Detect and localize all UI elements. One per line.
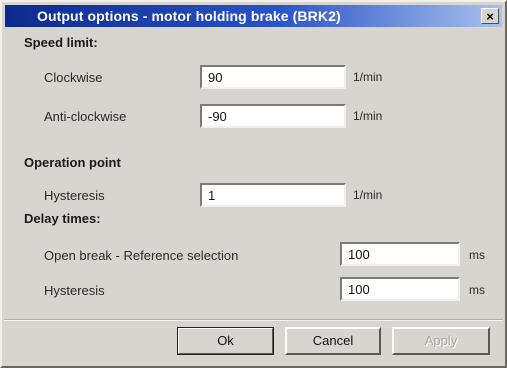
delay-hysteresis-unit: ms: [469, 283, 485, 297]
clockwise-label: Clockwise: [44, 70, 103, 85]
open-break-unit: ms: [469, 248, 485, 262]
open-break-delay-input[interactable]: [340, 242, 460, 266]
delay-hysteresis-label: Hysteresis: [44, 283, 105, 298]
cancel-button[interactable]: Cancel: [285, 327, 381, 355]
output-options-dialog: Output options - motor holding brake (BR…: [0, 0, 507, 368]
anticlockwise-speed-input[interactable]: [200, 104, 346, 128]
bottom-separator: [4, 319, 503, 321]
open-break-label: Open break - Reference selection: [44, 248, 239, 263]
anticlockwise-unit: 1/min: [353, 109, 383, 123]
title-bar[interactable]: Output options - motor holding brake (BR…: [5, 5, 502, 27]
speed-limit-heading: Speed limit:: [24, 35, 98, 50]
close-icon: ×: [486, 9, 494, 24]
anticlockwise-label: Anti-clockwise: [44, 109, 127, 124]
close-button[interactable]: ×: [481, 8, 499, 24]
operation-point-heading: Operation point: [24, 155, 121, 170]
delay-hysteresis-input[interactable]: [340, 277, 460, 301]
delay-times-heading: Delay times:: [24, 211, 101, 226]
op-hysteresis-unit: 1/min: [353, 188, 383, 202]
op-hysteresis-label: Hysteresis: [44, 188, 105, 203]
ok-button[interactable]: Ok: [177, 327, 274, 355]
op-hysteresis-input[interactable]: [200, 183, 346, 207]
apply-button[interactable]: Apply: [392, 327, 490, 355]
dialog-title: Output options - motor holding brake (BR…: [37, 8, 341, 24]
clockwise-speed-input[interactable]: [200, 65, 346, 89]
clockwise-unit: 1/min: [353, 70, 383, 84]
